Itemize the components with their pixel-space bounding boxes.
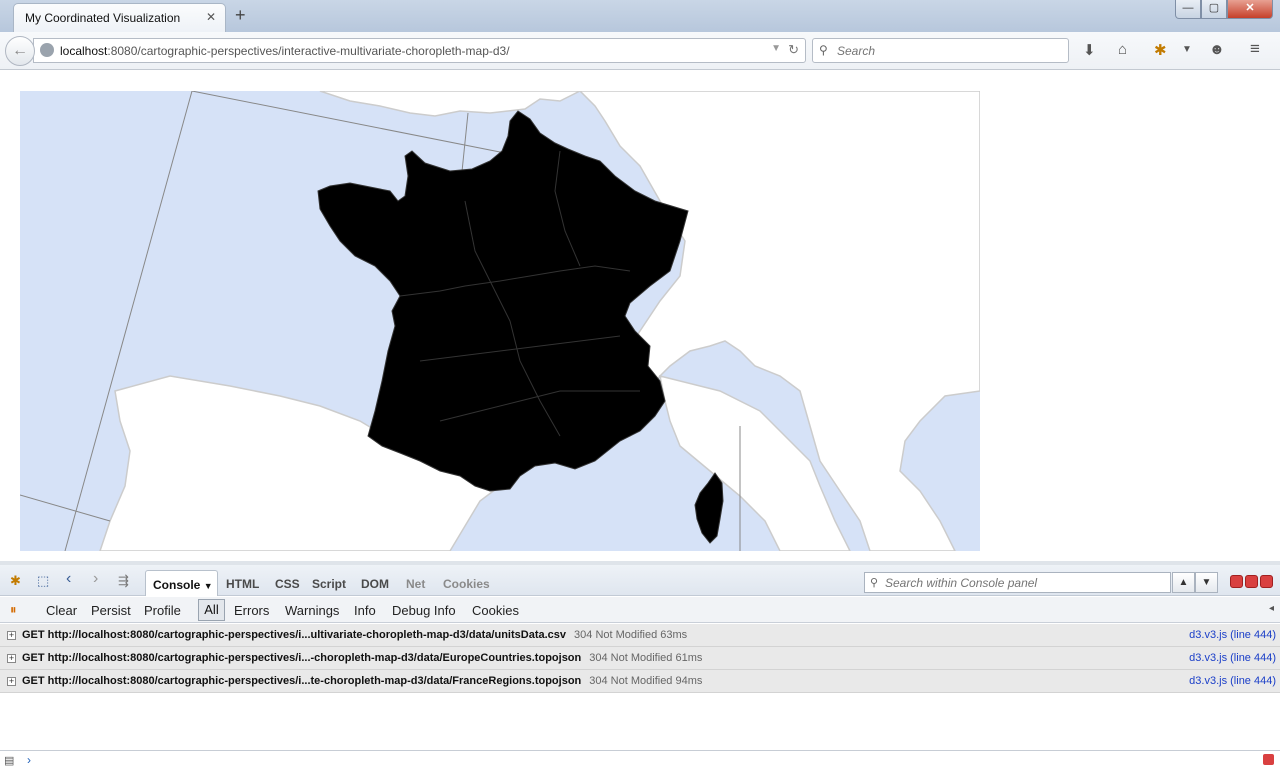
smiley-icon[interactable]: ☻ [1209,41,1225,58]
firebug-close-button[interactable] [1260,575,1273,588]
persist-button[interactable]: Persist [91,603,131,618]
scroll-tabs-icon[interactable]: ◂ [1269,603,1274,614]
tab-net[interactable]: Net [406,577,425,591]
globe-icon [40,43,54,57]
clear-button[interactable]: Clear [46,603,77,618]
tab-console[interactable]: Console ▼ [145,570,218,596]
log-source-link[interactable]: d3.v3.js (line 444) [1189,675,1276,687]
log-request: GET http://localhost:8080/cartographic-p… [22,652,703,664]
log-status: 304 Not Modified 94ms [589,675,703,687]
log-row[interactable]: + GET http://localhost:8080/cartographic… [0,624,1280,647]
close-window-button[interactable]: ✕ [1227,0,1273,19]
back-arrow-icon[interactable]: ← [5,36,35,66]
command-input[interactable] [40,753,1240,768]
search-up-button[interactable]: ▲ [1172,572,1195,593]
chevron-down-icon[interactable]: ▼ [204,581,213,591]
error-icon[interactable] [1263,754,1274,765]
tab-title: My Coordinated Visualization [25,11,181,25]
firebug-icon[interactable]: ✱ [10,573,21,589]
firebug-panel: ✱ ⬚ ‹ › ⇶ Console ▼ HTML CSS Script DOM … [0,561,1280,769]
filter-info-button[interactable]: Info [354,603,376,618]
break-on-errors-icon[interactable]: ⏸ [10,602,17,618]
tab-css[interactable]: CSS [275,577,300,591]
filter-debug-info-button[interactable]: Debug Info [392,603,456,618]
firebug-minimize-button[interactable] [1230,575,1243,588]
firebug-toolbar: ✱ ⬚ ‹ › ⇶ Console ▼ HTML CSS Script DOM … [0,565,1280,596]
browser-tab[interactable]: My Coordinated Visualization ✕ [13,3,226,32]
maximize-button[interactable]: ▢ [1201,0,1227,19]
back-icon[interactable]: ‹ [66,570,71,588]
new-tab-button[interactable]: + [235,5,246,26]
console-filter-bar: ⏸ Clear Persist Profile All Errors Warni… [0,597,1280,623]
search-icon: ⚲ [870,577,879,589]
console-log: + GET http://localhost:8080/cartographic… [0,624,1280,693]
tab-dom[interactable]: DOM [361,577,389,591]
search-box[interactable]: ⚲ [812,38,1069,63]
url-path: :8080/cartographic-perspectives/interact… [107,44,510,58]
firebug-icon[interactable]: ✱ [1154,41,1167,59]
inspect-icon[interactable]: ⬚ [37,573,49,589]
log-status: 304 Not Modified 61ms [589,652,703,664]
navigation-bar: localhost:8080/cartographic-perspectives… [0,32,1280,70]
firebug-detach-button[interactable] [1245,575,1258,588]
filter-cookies-button[interactable]: Cookies [472,603,519,618]
tab-cookies[interactable]: Cookies [443,577,490,591]
tab-html[interactable]: HTML [226,577,259,591]
console-search-input[interactable] [885,575,1165,591]
url-bar[interactable]: localhost:8080/cartographic-perspectives… [33,38,806,63]
console-search-box[interactable]: ⚲ [864,572,1171,593]
log-status: 304 Not Modified 63ms [574,629,688,641]
log-request: GET http://localhost:8080/cartographic-p… [22,629,688,641]
reload-icon[interactable]: ↻ [788,42,799,58]
log-source-link[interactable]: d3.v3.js (line 444) [1189,629,1276,641]
log-row[interactable]: + GET http://localhost:8080/cartographic… [0,647,1280,670]
filter-warnings-button[interactable]: Warnings [285,603,339,618]
menu-icon[interactable]: ≡ [1250,39,1260,59]
tab-script[interactable]: Script [312,577,346,591]
console-list-icon[interactable]: ▤ [4,754,14,767]
log-row[interactable]: + GET http://localhost:8080/cartographic… [0,670,1280,693]
expand-icon[interactable]: + [7,654,16,663]
title-bar: My Coordinated Visualization ✕ + — ▢ ✕ [0,0,1280,32]
dropdown-icon[interactable]: ▼ [1182,44,1192,55]
filter-all-button[interactable]: All [198,599,225,621]
url-host: localhost [60,44,108,58]
url-text: localhost:8080/cartographic-perspectives… [60,44,510,58]
command-editor-icon[interactable]: ⇶ [118,573,129,589]
search-icon: ⚲ [819,43,828,57]
tab-console-label: Console [153,578,201,592]
filter-errors-button[interactable]: Errors [234,603,269,618]
url-dropdown-icon[interactable]: ▼ [771,43,781,54]
command-line: ▤ › [0,750,1280,769]
search-input[interactable] [837,42,1062,60]
expand-icon[interactable]: + [7,631,16,640]
search-down-button[interactable]: ▼ [1195,572,1218,593]
download-icon[interactable]: ⬇ [1083,41,1096,59]
choropleth-map [20,91,980,551]
log-request: GET http://localhost:8080/cartographic-p… [22,675,703,687]
tab-close-icon[interactable]: ✕ [206,10,216,24]
home-icon[interactable]: ⌂ [1118,41,1127,58]
log-source-link[interactable]: d3.v3.js (line 444) [1189,652,1276,664]
minimize-button[interactable]: — [1175,0,1201,19]
expand-icon[interactable]: + [7,677,16,686]
forward-icon[interactable]: › [93,570,98,588]
profile-button[interactable]: Profile [144,603,181,618]
